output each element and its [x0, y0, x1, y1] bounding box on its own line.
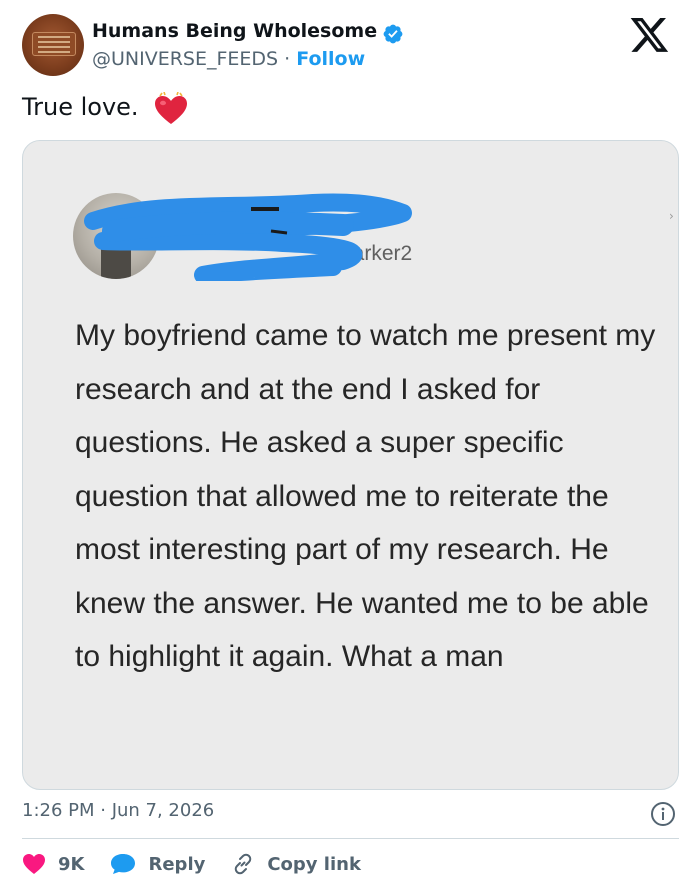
separator-dot: · — [284, 48, 291, 70]
x-logo-icon[interactable] — [630, 18, 670, 54]
embedded-screenshot[interactable]: parker2 › My boyfriend came to watch me … — [22, 140, 679, 790]
speech-bubble-icon — [111, 854, 136, 874]
copy-link-button[interactable]: Copy link — [231, 852, 361, 876]
divider — [22, 838, 679, 839]
plaque-image — [32, 32, 76, 56]
info-icon[interactable] — [650, 801, 676, 827]
like-button[interactable]: 9K — [22, 853, 84, 875]
account-avatar[interactable] — [22, 14, 84, 76]
copy-link-label: Copy link — [267, 853, 361, 875]
redaction-scribble — [84, 193, 412, 281]
account-handle[interactable]: @UNIVERSE_FEEDS — [92, 48, 278, 70]
follow-button[interactable]: Follow — [296, 48, 365, 70]
post-timestamp[interactable]: 1:26 PM · Jun 7, 2026 — [22, 800, 214, 821]
tweet-text: True love. — [22, 93, 139, 121]
chevron-right-icon: › — [669, 209, 674, 223]
reply-button[interactable]: Reply — [110, 853, 205, 875]
tweet-card: Humans Being Wholesome @UNIVERSE_FEEDS ·… — [0, 0, 700, 892]
heart-icon — [23, 854, 45, 874]
embedded-post-text: My boyfriend came to watch me present my… — [75, 319, 656, 673]
reply-label: Reply — [148, 853, 206, 875]
verified-badge-icon — [383, 24, 403, 44]
action-bar: 9K Reply Copy link — [22, 848, 387, 880]
handle-row: @UNIVERSE_FEEDS · Follow — [92, 48, 365, 70]
heart-emoji-icon — [155, 92, 187, 124]
account-name[interactable]: Humans Being Wholesome — [92, 20, 377, 42]
link-icon — [235, 853, 252, 875]
likes-count: 9K — [58, 853, 85, 875]
